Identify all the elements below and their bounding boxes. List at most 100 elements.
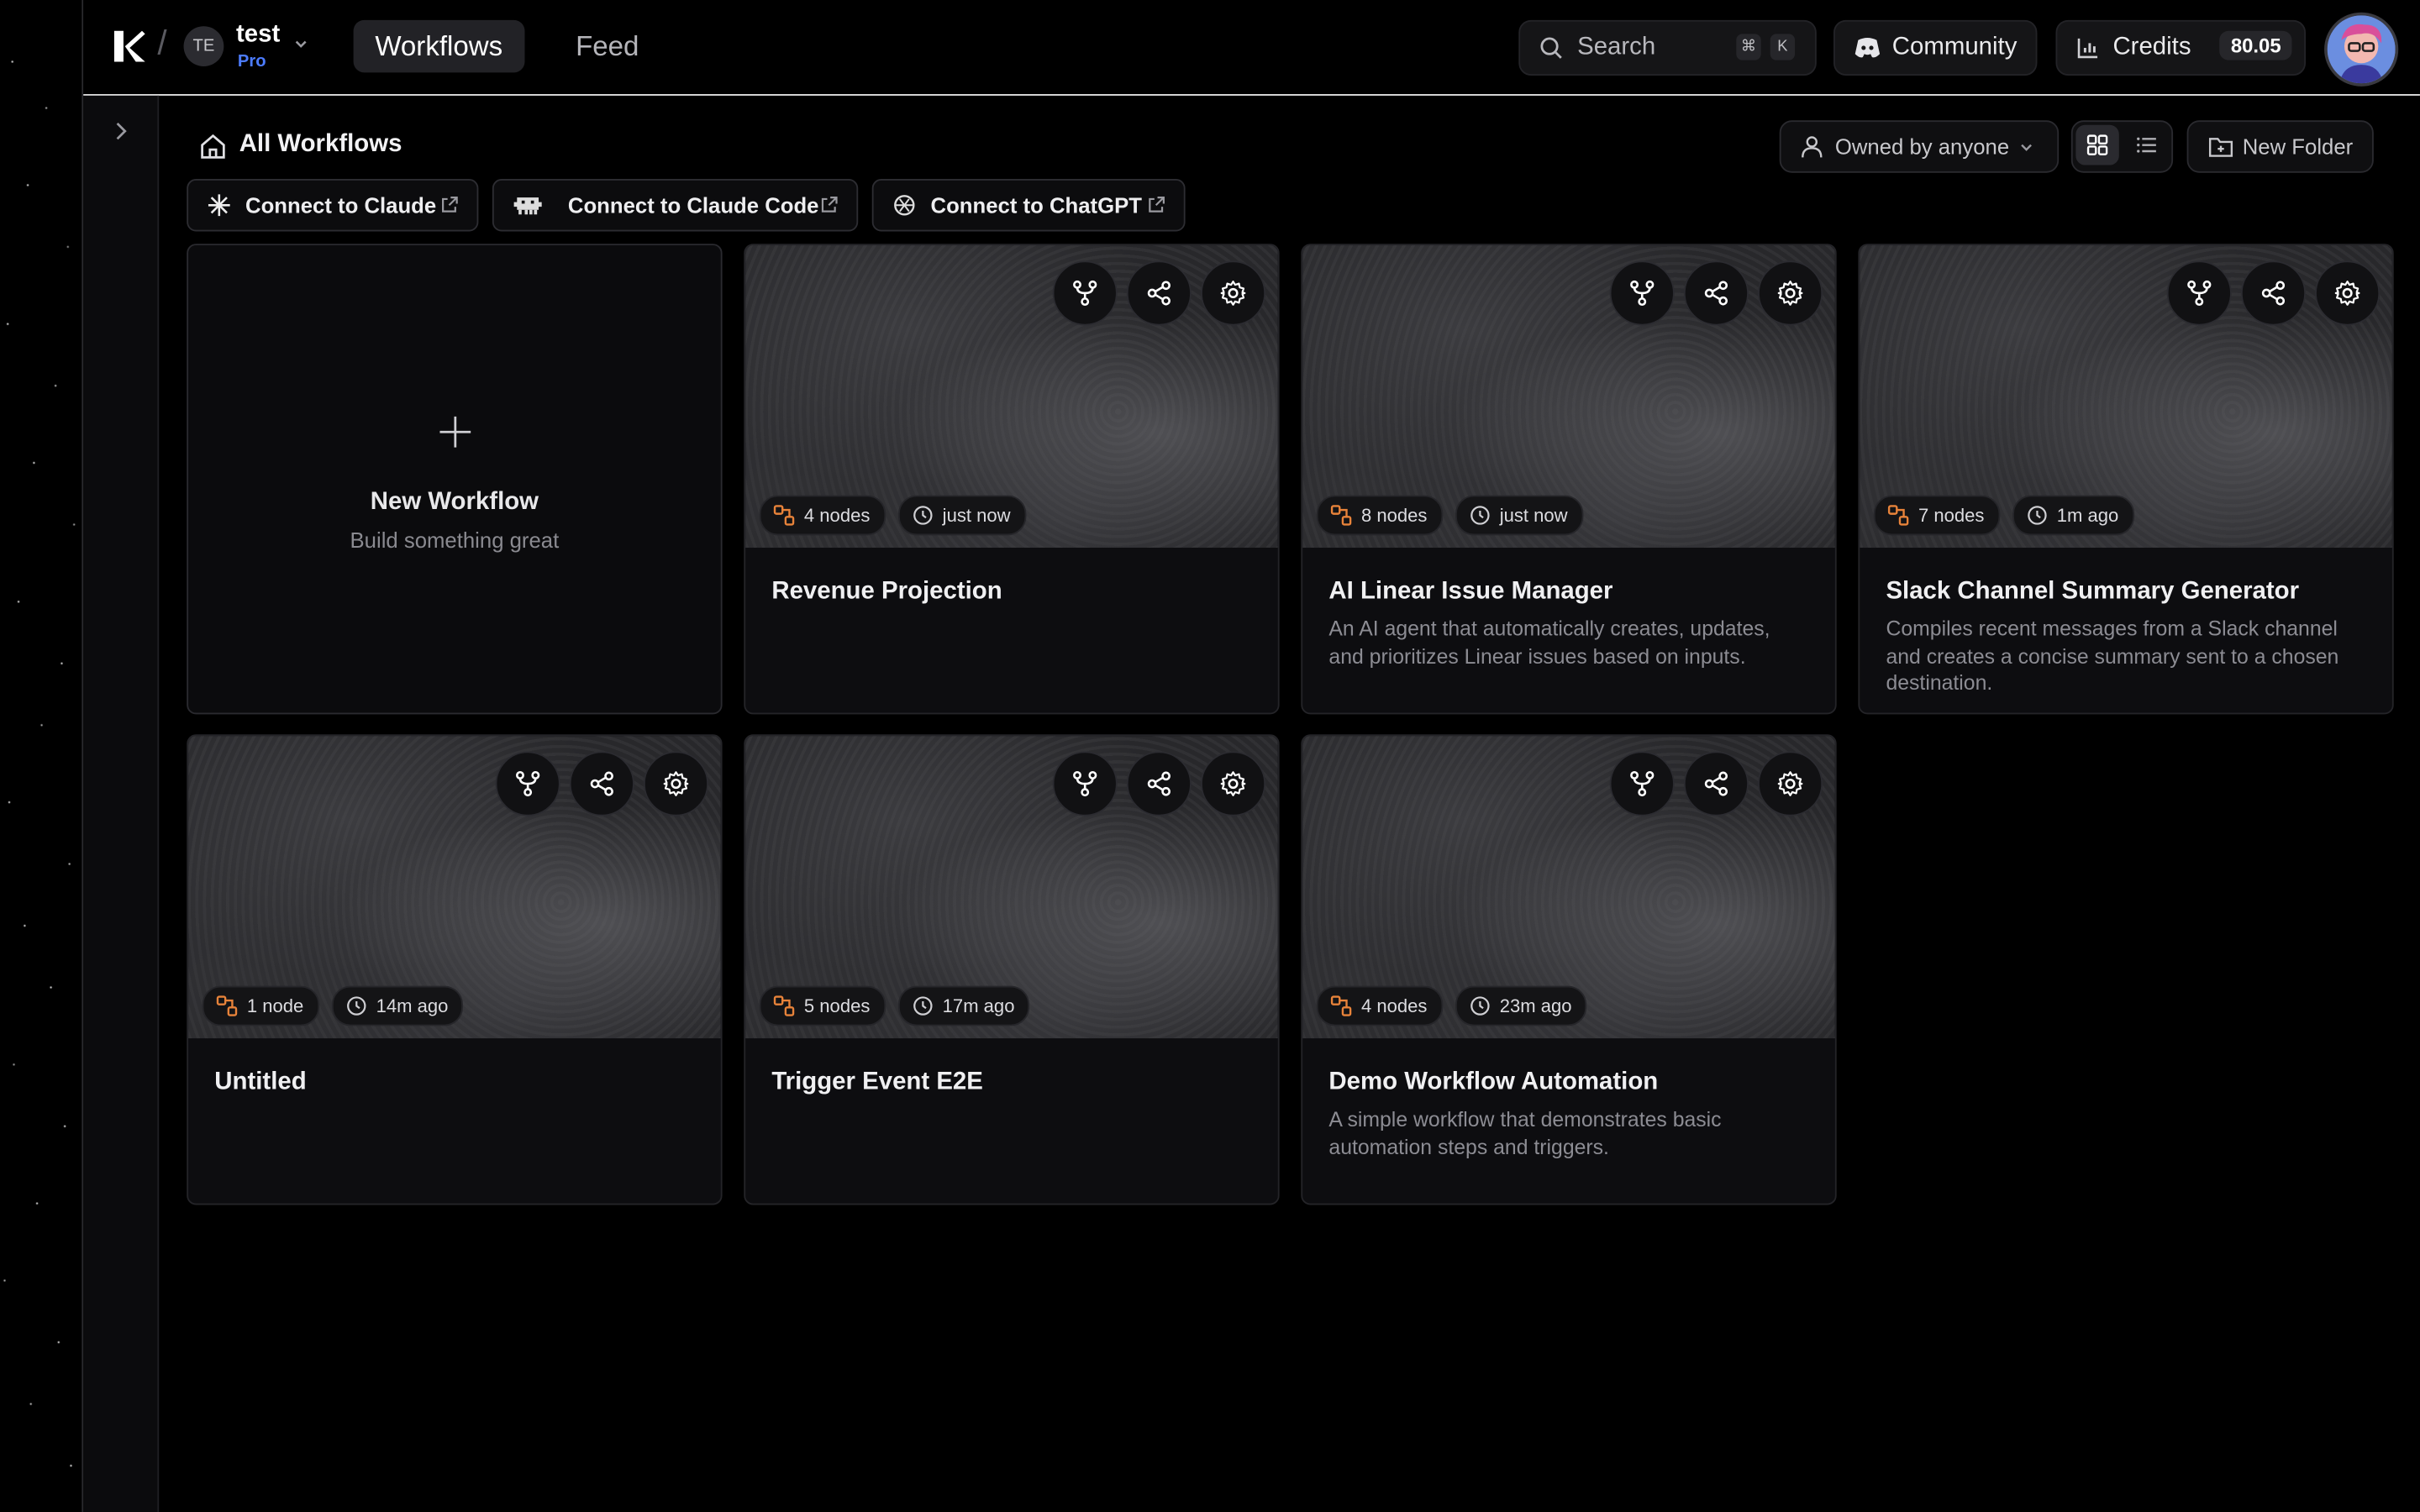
tab-feed[interactable]: Feed (554, 20, 660, 72)
new-workflow-subtitle: Build something great (350, 528, 560, 553)
card-meta: 4 nodes just now (759, 495, 1026, 536)
card-meta: 7 nodes 1m ago (1873, 495, 2134, 536)
node-count-badge: 8 nodes (1316, 495, 1443, 536)
clock-icon (345, 995, 367, 1017)
node-count-badge: 1 node (202, 985, 319, 1026)
updated-time: just now (942, 504, 1011, 527)
connect-chatgpt-button[interactable]: Connect to ChatGPT (871, 179, 1186, 232)
connect-claude-code-label: Connect to Claude Code (567, 192, 819, 218)
tab-workflows[interactable]: Workflows (353, 19, 524, 73)
workflow-card[interactable]: 8 nodes just now AI Linear Issue Manager An… (1301, 244, 1837, 715)
updated-time: 1m ago (2056, 504, 2119, 527)
workflow-card[interactable]: 7 nodes 1m ago Slack Channel Summary Gener… (1858, 244, 2394, 715)
settings-button[interactable] (1200, 260, 1266, 326)
shortcut-key-k: K (1770, 34, 1796, 60)
nodes-icon (773, 995, 795, 1017)
user-avatar[interactable] (2324, 12, 2399, 87)
search-button[interactable]: Search ⌘ K (1518, 19, 1817, 76)
clock-icon (912, 505, 934, 527)
gear-icon (1219, 279, 1247, 307)
fork-icon (1071, 770, 1099, 798)
credits-value: 80.05 (2220, 30, 2292, 60)
share-button[interactable] (569, 751, 634, 816)
share-button[interactable] (1683, 260, 1749, 326)
connect-claude-button[interactable]: Connect to Claude (187, 179, 479, 232)
external-link-icon (821, 196, 838, 213)
claude-icon (208, 194, 230, 217)
card-meta: 5 nodes 17m ago (759, 985, 1030, 1026)
workflow-title: Trigger Event E2E (771, 1068, 983, 1096)
workflow-card[interactable]: 4 nodes just now Revenue Projection (744, 244, 1280, 715)
workflow-title: Revenue Projection (771, 578, 1002, 605)
credits-button[interactable]: Credits 80.05 (2055, 19, 2307, 76)
settings-button[interactable] (2315, 260, 2381, 326)
chevron-right-icon[interactable] (108, 118, 133, 143)
share-icon (1145, 279, 1173, 307)
gear-icon (1776, 279, 1804, 307)
card-meta: 8 nodes just now (1316, 495, 1583, 536)
grid-view-button[interactable] (2075, 124, 2119, 165)
workflow-card[interactable]: 1 node 14m ago Untitled (187, 734, 723, 1205)
duplicate-button[interactable] (1609, 751, 1675, 816)
updated-time-badge: just now (897, 495, 1026, 536)
duplicate-button[interactable] (495, 751, 560, 816)
settings-button[interactable] (1758, 260, 1823, 326)
community-button[interactable]: Community (1833, 19, 2038, 76)
nodes-icon (1887, 505, 1909, 527)
duplicate-button[interactable] (1052, 260, 1118, 326)
bar-chart-icon (2077, 38, 2098, 59)
card-actions (1052, 751, 1266, 816)
updated-time: 17m ago (942, 995, 1015, 1017)
duplicate-button[interactable] (2166, 260, 2232, 326)
workflow-title: Untitled (214, 1068, 307, 1096)
share-button[interactable] (1683, 751, 1749, 816)
list-icon (2137, 137, 2156, 153)
settings-button[interactable] (1758, 751, 1823, 816)
card-meta: 1 node 14m ago (202, 985, 464, 1026)
share-icon (1702, 770, 1730, 798)
share-button[interactable] (1126, 260, 1192, 326)
clock-icon (1469, 505, 1491, 527)
team-name[interactable]: test (236, 22, 280, 50)
share-icon (588, 770, 616, 798)
duplicate-button[interactable] (1052, 751, 1118, 816)
node-count: 5 nodes (803, 995, 871, 1017)
node-count-badge: 7 nodes (1873, 495, 2000, 536)
gear-icon (1219, 770, 1247, 798)
updated-time: 14m ago (376, 995, 449, 1017)
connect-claude-label: Connect to Claude (245, 192, 437, 218)
share-icon (1702, 279, 1730, 307)
view-toggle (2070, 120, 2174, 173)
avatar-illustration (2327, 15, 2396, 84)
folder-plus-icon (2208, 138, 2233, 157)
new-workflow-title: New Workflow (370, 489, 539, 516)
share-button[interactable] (2240, 260, 2307, 326)
fork-icon (1628, 279, 1656, 307)
updated-time-badge: 1m ago (2012, 495, 2134, 536)
search-label: Search (1577, 34, 1656, 60)
share-button[interactable] (1126, 751, 1192, 816)
duplicate-button[interactable] (1609, 260, 1675, 326)
external-link-icon (1149, 196, 1165, 213)
logo-icon[interactable] (111, 28, 148, 65)
workflow-card[interactable]: 4 nodes 23m ago Demo Workflow Automation A … (1301, 734, 1837, 1205)
new-workflow-card[interactable]: New Workflow Build something great (187, 244, 723, 715)
connect-claude-code-button[interactable]: Connect to Claude Code (492, 179, 859, 232)
workflow-card[interactable]: 5 nodes 17m ago Trigger Event E2E (744, 734, 1280, 1205)
owner-filter-dropdown[interactable]: Owned by anyone (1779, 120, 2060, 173)
grid-icon (2086, 134, 2108, 155)
updated-time: just now (1499, 504, 1568, 527)
shortcut-key-cmd: ⌘ (1736, 34, 1761, 60)
chevron-down-icon[interactable] (293, 37, 308, 52)
settings-button[interactable] (643, 751, 709, 816)
workflow-description: Compiles recent messages from a Slack ch… (1886, 617, 2339, 695)
card-actions (2166, 260, 2381, 326)
user-icon (1802, 136, 1823, 158)
list-view-button[interactable] (2125, 125, 2168, 165)
discord-icon (1854, 37, 1881, 58)
new-folder-button[interactable]: New Folder (2186, 120, 2374, 173)
settings-button[interactable] (1200, 751, 1266, 816)
team-avatar[interactable]: TE (183, 26, 224, 66)
chevron-down-icon (2021, 144, 2032, 151)
gear-icon (1776, 770, 1804, 798)
